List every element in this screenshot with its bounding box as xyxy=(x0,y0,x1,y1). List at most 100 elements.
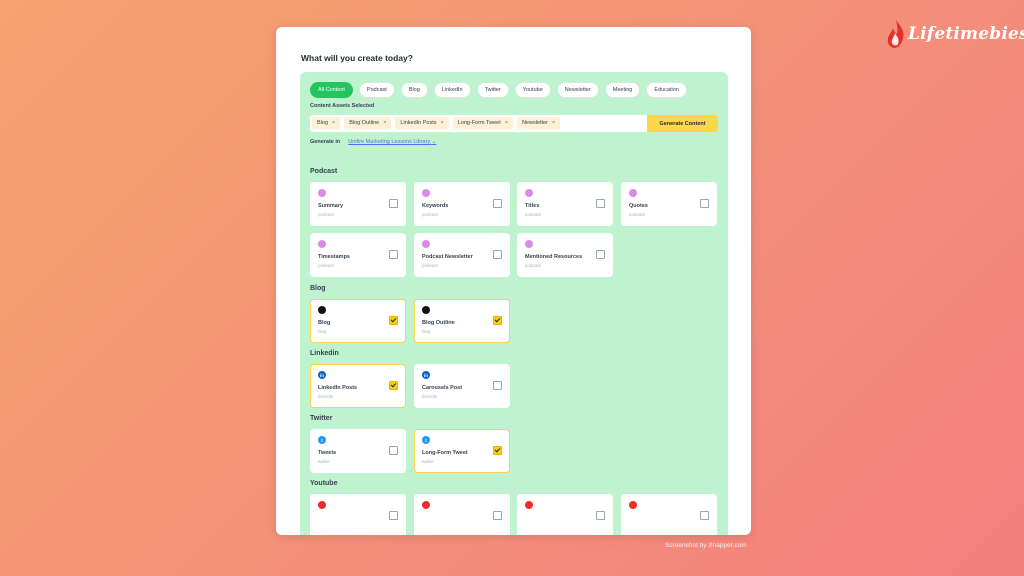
card-checkbox[interactable] xyxy=(700,511,709,520)
tab-blog[interactable]: Blog xyxy=(400,82,428,98)
podcast-icon xyxy=(525,189,533,197)
chip-label: Blog xyxy=(317,120,329,126)
card-title: Timestamps xyxy=(318,254,350,260)
podcast-icon xyxy=(525,240,533,248)
card-checkbox[interactable] xyxy=(389,250,398,259)
content-card[interactable]: Mentioned Resources podcast xyxy=(517,233,613,277)
section-title-blog: Blog xyxy=(310,285,326,292)
card-checkbox[interactable] xyxy=(493,250,502,259)
tab-all-content[interactable]: All Content xyxy=(310,82,353,98)
card-category: podcast xyxy=(422,263,438,268)
podcast-icon xyxy=(318,240,326,248)
chip-label: LinkedIn Posts xyxy=(400,120,437,126)
podcast-icon xyxy=(318,189,326,197)
page-title: What will you create today? xyxy=(301,53,413,63)
category-tabs: All Content Podcast Blog LinkedIn Twitte… xyxy=(310,82,687,98)
twitter-icon: t xyxy=(422,436,430,444)
podcast-icon xyxy=(629,189,637,197)
card-checkbox[interactable] xyxy=(596,511,605,520)
content-card[interactable] xyxy=(517,494,613,535)
chip-label: Newsletter xyxy=(521,120,548,126)
remove-chip-icon[interactable]: × xyxy=(332,120,335,126)
youtube-icon xyxy=(525,501,533,509)
content-card[interactable]: t Long-Form Tweet twitter xyxy=(414,429,510,473)
podcast-icon xyxy=(422,189,430,197)
card-title: Titles xyxy=(525,203,540,209)
remove-chip-icon[interactable]: × xyxy=(383,120,386,126)
card-title: Blog Outline xyxy=(422,320,455,326)
tab-linkedin[interactable]: LinkedIn xyxy=(433,82,471,98)
card-title: Tweets xyxy=(318,450,337,456)
card-checkbox[interactable] xyxy=(493,316,502,325)
library-selector[interactable]: Unifire Marketing Lessons Library ⌄ xyxy=(348,139,436,145)
content-card[interactable] xyxy=(310,494,406,535)
card-category: twitter xyxy=(422,459,435,464)
card-checkbox[interactable] xyxy=(493,446,502,455)
chip-label: Long-Form Tweet xyxy=(457,120,501,126)
generate-in-row: Generate in Unifire Marketing Lessons Li… xyxy=(310,139,436,145)
tab-education[interactable]: Education xyxy=(646,82,687,98)
youtube-icon xyxy=(629,501,637,509)
card-title: Keywords xyxy=(422,203,449,209)
card-category: blog xyxy=(318,329,327,334)
card-checkbox[interactable] xyxy=(389,316,398,325)
card-title: Long-Form Tweet xyxy=(422,450,468,456)
chip-label: Blog Outline xyxy=(349,120,380,126)
content-card[interactable] xyxy=(414,494,510,535)
generate-in-label: Generate in xyxy=(310,139,341,145)
card-checkbox[interactable] xyxy=(596,199,605,208)
blog-icon xyxy=(318,306,326,314)
content-card[interactable]: Summary podcast xyxy=(310,182,406,226)
content-card[interactable]: t Tweets twitter xyxy=(310,429,406,473)
tab-twitter[interactable]: Twitter xyxy=(476,82,509,98)
content-card[interactable]: Blog blog xyxy=(310,299,406,343)
content-card[interactable]: Titles podcast xyxy=(517,182,613,226)
brand-logo: Lifetimebies xyxy=(886,14,1024,54)
generate-content-button[interactable]: Generate Content xyxy=(647,115,718,132)
card-category: twitter xyxy=(318,459,331,464)
asset-chip: Long-Form Tweet × xyxy=(452,117,513,129)
card-checkbox[interactable] xyxy=(493,199,502,208)
tab-youtube[interactable]: Youtube xyxy=(514,82,551,98)
content-panel: What will you create today? All Content … xyxy=(276,27,751,535)
youtube-icon xyxy=(422,501,430,509)
content-card[interactable]: in Carousels Post linkedin xyxy=(414,364,510,408)
card-checkbox[interactable] xyxy=(389,199,398,208)
card-title: Mentioned Resources xyxy=(525,254,583,260)
content-card[interactable]: Quotes podcast xyxy=(621,182,717,226)
card-category: linkedin xyxy=(422,394,438,399)
card-category: podcast xyxy=(525,263,541,268)
remove-chip-icon[interactable]: × xyxy=(441,120,444,126)
content-card[interactable]: in LinkedIn Posts linkedin xyxy=(310,364,406,408)
blog-icon xyxy=(422,306,430,314)
card-category: podcast xyxy=(525,212,541,217)
asset-chip: Newsletter × xyxy=(516,117,561,129)
card-checkbox[interactable] xyxy=(389,381,398,390)
chevron-down-icon: ⌄ xyxy=(431,139,437,145)
assets-label: Content Assets Selected xyxy=(310,103,375,109)
tab-newsletter[interactable]: Newsletter xyxy=(556,82,599,98)
linkedin-icon: in xyxy=(422,371,430,379)
tab-podcast[interactable]: Podcast xyxy=(358,82,395,98)
content-card[interactable]: Keywords podcast xyxy=(414,182,510,226)
card-checkbox[interactable] xyxy=(389,446,398,455)
remove-chip-icon[interactable]: × xyxy=(505,120,508,126)
tab-meeting[interactable]: Meeting xyxy=(604,82,641,98)
asset-chip: Blog Outline × xyxy=(344,117,392,129)
card-checkbox[interactable] xyxy=(493,511,502,520)
screenshot-credit: Screenshot by Xnapper.com xyxy=(665,542,747,549)
card-title: Blog xyxy=(318,320,331,326)
card-checkbox[interactable] xyxy=(596,250,605,259)
content-card[interactable]: Blog Outline blog xyxy=(414,299,510,343)
content-card[interactable]: Timestamps podcast xyxy=(310,233,406,277)
card-checkbox[interactable] xyxy=(493,381,502,390)
brand-name: Lifetimebies xyxy=(908,24,1024,44)
content-card[interactable]: Podcast Newsletter podcast xyxy=(414,233,510,277)
card-title: Quotes xyxy=(629,203,648,209)
card-checkbox[interactable] xyxy=(700,199,709,208)
remove-chip-icon[interactable]: × xyxy=(552,120,555,126)
content-card[interactable] xyxy=(621,494,717,535)
card-checkbox[interactable] xyxy=(389,511,398,520)
card-category: podcast xyxy=(318,212,334,217)
selected-assets-bar: Blog × Blog Outline × LinkedIn Posts × Long… xyxy=(310,115,718,132)
